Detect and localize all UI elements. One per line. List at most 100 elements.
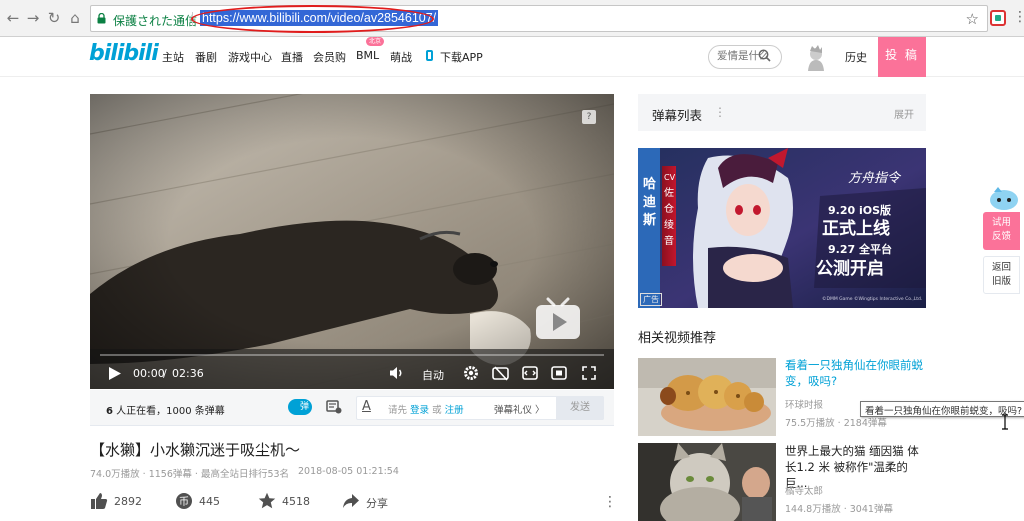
nav-anime[interactable]: 番剧 xyxy=(195,49,217,65)
home-icon[interactable]: ⌂ xyxy=(66,9,84,27)
history-link[interactable]: 历史 xyxy=(845,49,867,65)
related-danmaku-1: 2184弹幕 xyxy=(843,418,887,429)
login-link[interactable]: 登录 xyxy=(410,405,429,416)
nav-moe-battle[interactable]: 萌战 xyxy=(390,49,412,65)
quality-selector[interactable]: 自动 xyxy=(422,367,444,383)
coin-count: 445 xyxy=(199,495,220,508)
ad-name-3: 斯 xyxy=(643,212,656,228)
ad-game-title: 方舟指令 xyxy=(848,171,902,186)
progress-track[interactable] xyxy=(100,354,604,356)
time-separator: / xyxy=(163,367,167,380)
avatar[interactable] xyxy=(800,43,830,73)
lock-icon xyxy=(97,13,106,24)
star-icon xyxy=(258,492,276,509)
site-header: bilibili 主站 番剧 游戏中心 直播 会员购 BML 北京 萌战 下载A… xyxy=(0,37,1024,77)
gear-icon[interactable] xyxy=(463,365,479,381)
related-thumbnail-2[interactable] xyxy=(638,443,776,521)
nav-game-center[interactable]: 游戏中心 xyxy=(228,49,272,65)
ad-banner[interactable]: 方舟指令 9.20 iOS版 正式上线 9.27 全平台 公测开启 ©DMM G… xyxy=(638,148,926,308)
related-stats-1: 75.5万播放 · 2184弹幕 xyxy=(785,418,887,429)
login-prompt-pre: 请先 xyxy=(388,405,408,416)
mascot-icon xyxy=(990,187,1018,210)
text-cursor-icon xyxy=(1002,414,1008,430)
tv-play-icon[interactable] xyxy=(534,297,582,341)
danmaku-etiquette-link[interactable]: 弹幕礼仪 〉 xyxy=(494,402,545,416)
danmaku-list-menu-icon[interactable]: ⋮ xyxy=(714,105,726,119)
search-icon[interactable] xyxy=(758,49,771,62)
login-prompt: 请先 登录 或 注册 xyxy=(388,402,464,416)
secure-connection-label[interactable]: 保護された通信 xyxy=(113,12,197,29)
related-up-2[interactable]: 橘寺太郎 xyxy=(785,483,823,497)
related-stats-2: 144.8万播放 · 3041弹幕 xyxy=(785,504,893,515)
help-icon[interactable]: ? xyxy=(582,110,596,124)
bookmark-star-icon[interactable]: ☆ xyxy=(966,10,979,28)
ad-line-4: 公测开启 xyxy=(816,258,884,279)
login-or: 或 xyxy=(432,405,442,416)
video-frame xyxy=(90,94,614,389)
danmaku-toggle[interactable]: 弹 xyxy=(288,399,312,415)
feedback-button[interactable]: 试用 反馈 xyxy=(983,212,1020,250)
nav-download-app[interactable]: 下载APP xyxy=(440,49,483,65)
time-total: 02:36 xyxy=(172,367,204,380)
fullscreen-icon[interactable] xyxy=(582,366,596,380)
extension-icon[interactable] xyxy=(990,10,1006,26)
thumbs-up-icon xyxy=(91,493,108,509)
register-link[interactable]: 注册 xyxy=(445,405,464,416)
related-danmaku-2: 3041弹幕 xyxy=(849,504,893,515)
font-style-icon[interactable]: A xyxy=(362,399,371,414)
like-button[interactable]: 2892 xyxy=(90,492,150,512)
danmaku-off-icon[interactable] xyxy=(492,365,509,381)
nav-live[interactable]: 直播 xyxy=(281,49,303,65)
phone-icon xyxy=(426,50,433,61)
volume-icon[interactable] xyxy=(389,366,405,380)
browser-toolbar: ← → ↻ ⌂ 保護された通信 https://www.bilibili.com… xyxy=(0,0,1024,37)
play-icon[interactable] xyxy=(108,366,122,381)
share-button[interactable]: 分享 xyxy=(342,492,397,512)
share-icon xyxy=(343,494,359,508)
old-version-button[interactable]: 返回 旧版 xyxy=(983,256,1020,294)
danmaku-list-header[interactable]: 弹幕列表 ⋮ 展开 xyxy=(638,94,926,131)
related-up-1[interactable]: 环球时报 xyxy=(785,397,823,411)
bilibili-logo[interactable]: bilibili xyxy=(89,41,159,66)
ad-footer: ©DMM Game ©Wingtips Interactive Co.,Ltd. xyxy=(822,295,922,302)
maine-coon-thumbnail xyxy=(638,443,776,521)
favorite-button[interactable]: 4518 xyxy=(258,492,318,512)
danmaku-settings-icon[interactable] xyxy=(326,400,342,414)
related-plays-1: 75.5万播放 xyxy=(785,418,835,429)
coin-button[interactable]: 币 445 xyxy=(175,492,230,512)
svg-text:币: 币 xyxy=(179,496,189,508)
send-button[interactable]: 发送 xyxy=(556,396,604,420)
back-icon[interactable]: ← xyxy=(4,9,22,27)
ad-cv-0: CV xyxy=(664,173,676,182)
video-player[interactable]: ? 00:00 / 02:36 自动 xyxy=(90,94,614,389)
ad-label: 广告 xyxy=(640,293,662,306)
video-title: 【水獭】小水獭沉迷于吸尘机～ xyxy=(90,441,301,459)
like-count: 2892 xyxy=(114,495,142,508)
related-title-1[interactable]: 看着一只独角仙在你眼前蜕变，吸吗? xyxy=(785,357,927,389)
nav-bml[interactable]: BML xyxy=(356,49,379,62)
nav-main[interactable]: 主站 xyxy=(162,49,184,65)
video-publish-time: 2018-08-05 01:21:54 xyxy=(298,466,399,477)
web-fullscreen-icon[interactable] xyxy=(551,366,567,380)
address-bar[interactable]: 保護された通信 https://www.bilibili.com/video/a… xyxy=(90,5,988,33)
ad-line-3: 9.27 全平台 xyxy=(828,242,892,256)
upload-button[interactable]: 投 稿 xyxy=(878,37,926,77)
expand-link[interactable]: 展开 xyxy=(894,106,914,121)
time-current: 00:00 xyxy=(133,367,165,380)
widescreen-icon[interactable] xyxy=(522,366,538,380)
ad-cv-2: 仓 xyxy=(664,202,674,215)
related-thumbnail-1[interactable] xyxy=(638,358,776,436)
ad-line-1: 9.20 iOS版 xyxy=(828,203,891,217)
forward-icon[interactable]: → xyxy=(24,9,42,27)
favorite-count: 4518 xyxy=(282,495,310,508)
danmaku-count-text: 条弹幕 xyxy=(191,406,225,417)
nav-member-shop[interactable]: 会员购 xyxy=(313,49,346,65)
related-plays-2: 144.8万播放 xyxy=(785,504,841,515)
viewer-count: 6 人正在看，1000 条弹幕 xyxy=(106,402,225,417)
danmaku-count: 1000 xyxy=(166,406,192,417)
more-icon[interactable]: ⋮ xyxy=(603,494,617,510)
reload-icon[interactable]: ↻ xyxy=(45,9,63,27)
ad-artwork: 方舟指令 9.20 iOS版 正式上线 9.27 全平台 公测开启 ©DMM G… xyxy=(638,148,926,308)
browser-menu-icon[interactable]: ⋮ xyxy=(1013,9,1024,25)
ad-cv-4: 音 xyxy=(664,234,674,247)
